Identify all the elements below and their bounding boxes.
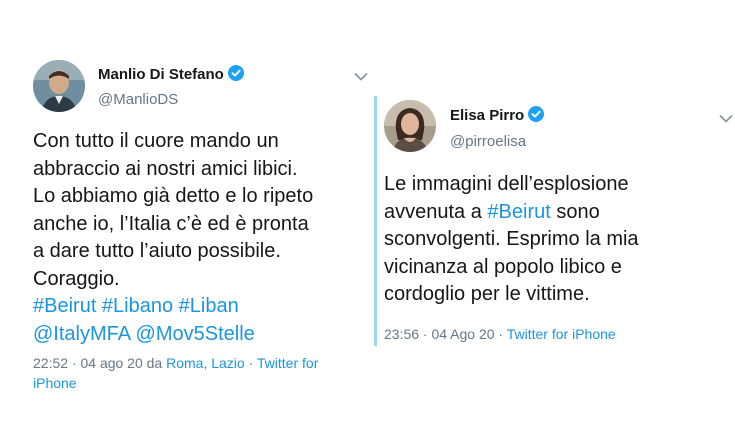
tweet-line: abbraccio ai nostri amici libici. [33,157,298,180]
author-name-text[interactable]: Manlio Di Stefano [98,66,224,83]
tweet-line: sconvolgenti. Esprimo la mia [384,228,639,250]
timestamp[interactable]: 23:56 · 04 Ago 20 · [384,326,507,342]
author-handle[interactable]: @pirroelisa [450,133,526,150]
author-handle[interactable]: @ManlioDS [98,91,178,108]
hashtag-link[interactable]: #Beirut [487,201,550,223]
verified-badge-icon [528,106,545,126]
tweet-text: avvenuta a [384,200,488,223]
tweet-line: vicinanza al popolo libico e [384,255,622,278]
source-link-cont[interactable]: iPhone [33,373,318,393]
avatar[interactable] [33,60,85,112]
source-link[interactable]: Twitter for [257,355,318,371]
tweet-line: cordoglio per le vittime. [384,283,590,305]
mention-links[interactable]: @ItalyMFA @Mov5Stelle [33,321,313,349]
meta-separator: · [244,355,257,371]
tweet-line: Coraggio. [33,267,120,290]
location-link[interactable]: Roma, Lazio [166,355,245,371]
author-name-text[interactable]: Elisa Pirro [450,107,524,124]
tweet-card-manlio[interactable]: Manlio Di Stefano @ManlioDS Con tutto il… [0,48,372,398]
tweet-line: Lo abbiamo già detto e lo ripeto [33,185,314,207]
tweet-body: Con tutto il cuore mando un abbraccio ai… [33,128,313,348]
timestamp[interactable]: 22:52 · 04 ago 20 da [33,355,166,371]
tweet-line: Le immagini dell’esplosione [384,173,629,195]
tweet-card-elisa[interactable]: Elisa Pirro @pirroelisa Le immagini dell… [374,88,735,350]
chevron-down-icon[interactable] [719,111,733,129]
avatar[interactable] [384,100,436,152]
author-name[interactable]: Manlio Di Stefano [98,65,244,85]
tweet-line: anche io, l’Italia c’è ed è pronta [33,212,309,235]
hashtag-links[interactable]: #Beirut #Libano #Liban [33,293,313,321]
tweet-meta: 22:52 · 04 ago 20 da Roma, Lazio · Twitt… [33,353,318,393]
tweet-line: a dare tutto l’aiuto possibile. [33,240,281,262]
quote-bar [374,96,377,346]
tweet-text: sono [550,200,600,223]
chevron-down-icon[interactable] [354,69,368,87]
source-link[interactable]: Twitter for iPhone [507,326,616,342]
author-name[interactable]: Elisa Pirro [450,106,545,126]
verified-badge-icon [227,65,244,85]
tweet-line: avvenuta a #Beirut sono [384,199,639,227]
tweet-meta: 23:56 · 04 Ago 20 · Twitter for iPhone [384,324,616,344]
tweet-body: Le immagini dell’esplosione avvenuta a #… [384,171,639,309]
tweet-line: Con tutto il cuore mando un [33,130,279,152]
